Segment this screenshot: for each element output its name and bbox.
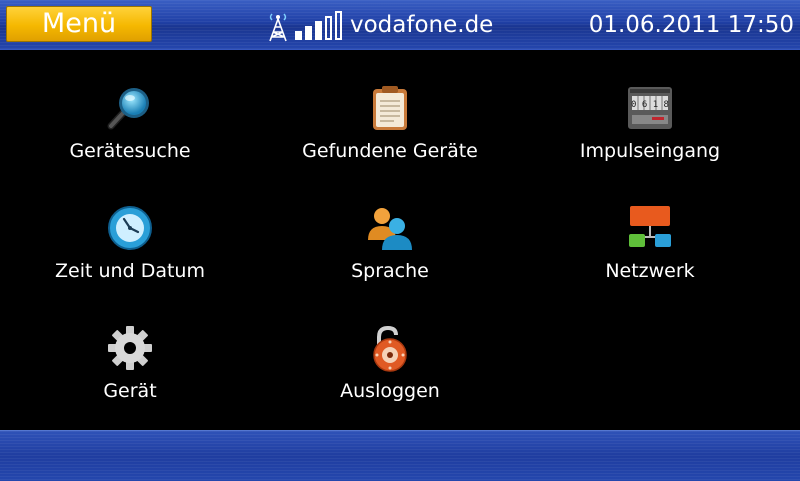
unlock-icon [373,325,407,372]
clock-icon [108,206,152,250]
clipboard-icon [373,86,407,130]
menu-item-sprache[interactable]: Sprache [260,170,520,282]
bottom-bar [0,430,800,481]
menu-item-zeit-und-datum[interactable]: Zeit und Datum [0,170,260,282]
menu-item-label: Gefundene Geräte [302,140,478,162]
menu-item-label: Gerät [103,380,157,402]
menu-item-netzwerk[interactable]: Netzwerk [520,170,780,282]
counter-meter-icon: 0 6 1 8 [628,87,672,129]
users-icon [368,208,412,250]
menu-item-label: Gerätesuche [69,140,191,162]
magnifier-icon [107,88,149,130]
menu-item-geraet[interactable]: Gerät [0,290,260,402]
menu-item-label: Netzwerk [605,260,695,282]
svg-text:0 6 1 8: 0 6 1 8 [631,100,669,110]
menu-button[interactable]: Menü [6,6,152,42]
date-time: 01.06.2011 17:50 [588,12,794,38]
menu-item-impulseingang[interactable]: 0 6 1 8 Impulseingang [520,50,780,162]
menu-item-label: Impulseingang [579,140,721,162]
menu-item-label: Ausloggen [340,380,440,402]
menu-item-geraetesuche[interactable]: Gerätesuche [0,50,260,162]
carrier-name: vodafone.de [350,12,494,38]
main-menu-grid: Gerätesuche Gefundene Geräte 0 6 1 8 Imp… [0,50,800,430]
top-bar: Menü vodafone.de 01.06.2011 17:50 [0,0,800,50]
network-status: vodafone.de [265,8,493,42]
gear-icon [108,326,152,370]
antenna-tower-icon [269,13,287,42]
menu-item-ausloggen[interactable]: Ausloggen [260,290,520,402]
menu-item-label: Sprache [351,260,429,282]
menu-item-label: Zeit und Datum [55,260,205,282]
network-icon [629,206,671,247]
signal-strength-icon [295,10,342,40]
menu-item-gefundene-geraete[interactable]: Gefundene Geräte [260,50,520,162]
